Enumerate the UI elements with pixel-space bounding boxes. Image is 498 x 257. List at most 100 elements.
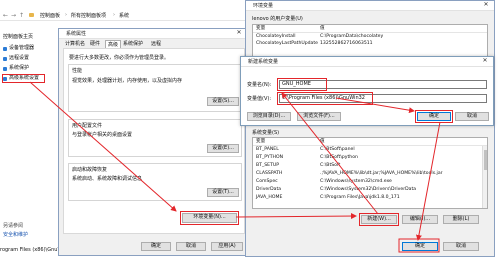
var-value: C:\Windows\System32\Drivers\DriverData <box>320 187 417 192</box>
startup-settings-button[interactable]: 设置(T)... <box>207 188 239 197</box>
device-manager-icon <box>3 46 7 51</box>
sidebar-item-label: 远程设置 <box>9 55 30 61</box>
close-icon[interactable]: ✕ <box>233 29 245 37</box>
table-row[interactable]: DriverData C:\Windows\System32\Drivers\Dr… <box>253 186 487 193</box>
var-name: ComSpec <box>256 179 278 184</box>
col-value[interactable]: 值 <box>320 138 325 145</box>
sysprops-titlebar: 系统属性 ✕ <box>59 29 247 39</box>
highlight-name-input <box>277 78 327 91</box>
var-name: BT_PYTHON <box>256 155 284 160</box>
var-name: JAVA_HOME <box>256 195 283 200</box>
tab-computer-name[interactable]: 计算机名 <box>63 40 87 48</box>
user-profile-group: 用户配置文件 与登录帐户相关的桌面设置 设置(E)... <box>68 119 242 157</box>
newvar-titlebar: 新建系统变量 ✕ <box>241 57 493 67</box>
table-row[interactable]: BT_PYTHON C:\BtSoft\python <box>253 154 487 161</box>
see-also-heading: 另请参阅 <box>3 223 24 229</box>
sysprops-tab-panel: 要进行大多数更改，你必须作为管理员登录。 性能 视觉效果，处理器计划，内存使用，… <box>63 48 245 234</box>
highlight-new-button <box>359 213 399 226</box>
admin-note: 要进行大多数更改，你必须作为管理员登录。 <box>69 55 170 61</box>
table-row[interactable]: BT_SETUP C:\BtSoft <box>253 162 487 169</box>
list-item[interactable]: ChocolateyLastPathUpdate 132552862716063… <box>253 40 487 47</box>
list-header: 变量 值 <box>253 25 487 33</box>
envvars-title: 环境变量 <box>253 3 274 9</box>
newvar-title: 新建系统变量 <box>248 59 279 65</box>
var-name: BT_PANEL <box>256 147 279 152</box>
var-value: C:\BtSoft\panel <box>320 147 355 152</box>
user-profile-settings-button[interactable]: 设置(E)... <box>207 144 239 153</box>
performance-desc: 视觉效果，处理器计划，内存使用，以及虚拟内存 <box>72 78 183 84</box>
table-row[interactable]: ComSpec C:\Windows\system32\cmd.exe <box>253 178 487 185</box>
sidebar-item-protection[interactable]: 系统保护 <box>3 65 29 72</box>
breadcrumb-control-panel[interactable]: 控制面板 <box>40 12 60 19</box>
user-vars-heading: lenovo 的用户变量(U) <box>252 16 303 22</box>
nav-forward-icon[interactable]: → <box>11 12 16 19</box>
col-variable[interactable]: 变量 <box>256 25 265 32</box>
sysprops-ok-button[interactable]: 确定 <box>141 242 171 251</box>
var-value: C:\Windows\system32\cmd.exe <box>320 179 392 184</box>
tab-remote[interactable]: 远程 <box>149 40 163 48</box>
delete-variable-button[interactable]: 删除(L) <box>443 215 479 224</box>
sysprops-cancel-button[interactable]: 取消 <box>176 242 206 251</box>
scrollbar-thumb[interactable] <box>484 150 487 170</box>
var-name: BT_SETUP <box>256 163 280 168</box>
highlight-advanced-settings <box>2 74 45 83</box>
edit-variable-button[interactable]: 编辑(I)... <box>402 215 438 224</box>
highlight-env-button <box>180 211 239 225</box>
var-value: C:\BtSoft <box>320 163 341 168</box>
close-icon[interactable]: ✕ <box>480 1 492 9</box>
sidebar-item-label: 设备管理器 <box>9 45 35 51</box>
sidebar-item-device-manager[interactable]: 设备管理器 <box>3 45 34 52</box>
close-icon[interactable]: ✕ <box>479 57 491 65</box>
var-name: DriverData <box>256 187 282 192</box>
list-header: 变量 值 <box>253 138 487 146</box>
sidebar-item-remote[interactable]: 远程设置 <box>3 55 29 62</box>
breadcrumb-sep-icon: › <box>113 12 115 18</box>
performance-settings-button[interactable]: 设置(S)... <box>207 97 239 106</box>
browse-file-button[interactable]: 浏览文件(F)... <box>297 112 341 121</box>
system-vars-heading: 系统变量(S) <box>252 130 280 136</box>
sidebar-item-label: 系统保护 <box>9 65 30 71</box>
var-value: 132552862716063511 <box>320 41 373 46</box>
breadcrumb-all-items[interactable]: 所有控制面板项 <box>71 12 106 19</box>
performance-title: 性能 <box>72 68 83 74</box>
col-value[interactable]: 值 <box>320 25 325 32</box>
var-value: .;%JAVA_HOME%\lib\dt.jar;%JAVA_HOME%\lib… <box>320 171 443 176</box>
sysprops-apply-button[interactable]: 应用(A) <box>211 242 243 251</box>
nav-up-icon[interactable]: ↑ <box>19 12 24 19</box>
table-row[interactable]: CLASSPATH .;%JAVA_HOME%\lib\dt.jar;%JAVA_… <box>253 170 487 177</box>
var-name: ChocolateyInstall <box>256 34 296 39</box>
environment-variables-dialog: 环境变量 ✕ lenovo 的用户变量(U) 变量 值 ChocolateyIn… <box>245 0 495 257</box>
list-item[interactable]: ChocolateyInstall C:\ProgramData\chocola… <box>253 33 487 40</box>
col-variable[interactable]: 变量 <box>256 138 265 145</box>
table-row[interactable]: JAVA_HOME C:\Program Files\Java\jdk1.8.0_… <box>253 194 487 201</box>
var-value: C:\BtSoft\python <box>320 155 358 160</box>
highlight-ok-button <box>415 110 453 123</box>
performance-group: 性能 视觉效果，处理器计划，内存使用，以及虚拟内存 设置(S)... <box>68 64 242 112</box>
sidebar-title[interactable]: 控制面板主页 <box>3 33 33 40</box>
envvars-cancel-button[interactable]: 取消 <box>443 242 479 251</box>
variable-value-label: 变量值(V): <box>247 96 272 102</box>
tab-hardware[interactable]: 硬件 <box>88 40 102 48</box>
tab-system-protection[interactable]: 系统保护 <box>121 40 145 48</box>
breadcrumb-sep-icon: › <box>65 12 67 18</box>
user-vars-list[interactable]: 变量 值 ChocolateyInstall C:\ProgramData\ch… <box>252 24 488 58</box>
browse-directory-button[interactable]: 浏览目录(D)... <box>247 112 291 121</box>
nav-back-icon[interactable]: ← <box>3 12 8 19</box>
security-link[interactable]: 安全和维护 <box>3 231 28 238</box>
startup-recovery-title: 启动和故障恢复 <box>72 167 108 173</box>
system-properties-dialog: 系统属性 ✕ 计算机名 硬件 高级 系统保护 远程 要进行大多数更改，你必须作为… <box>58 28 248 256</box>
remote-icon <box>3 56 7 61</box>
sysprops-title: 系统属性 <box>66 31 87 37</box>
envvars-ok-button[interactable]: 确定 <box>402 242 438 251</box>
address-bar[interactable]: ← → ↑ 控制面板 › 所有控制面板项 › 系统 <box>0 11 245 21</box>
startup-recovery-group: 启动和故障恢复 系统启动、系统故障和调试信息 设置(T)... <box>68 163 242 201</box>
var-name: ChocolateyLastPathUpdate <box>256 41 318 46</box>
scrollbar[interactable] <box>482 146 487 208</box>
breadcrumb-system[interactable]: 系统 <box>119 12 129 19</box>
newvar-cancel-button[interactable]: 取消 <box>455 112 489 121</box>
var-value: C:\Program Files\Java\jdk1.8.0_171 <box>320 195 400 200</box>
system-vars-list[interactable]: 变量 值 BT_PANEL C:\BtSoft\panel BT_PYTHON C:… <box>252 137 488 209</box>
shield-icon <box>3 66 7 71</box>
new-system-variable-dialog: 新建系统变量 ✕ 变量名(N): GNU_HOME 变量值(V): C:\Pro… <box>240 56 494 126</box>
table-row[interactable]: BT_PANEL C:\BtSoft\panel <box>253 146 487 153</box>
